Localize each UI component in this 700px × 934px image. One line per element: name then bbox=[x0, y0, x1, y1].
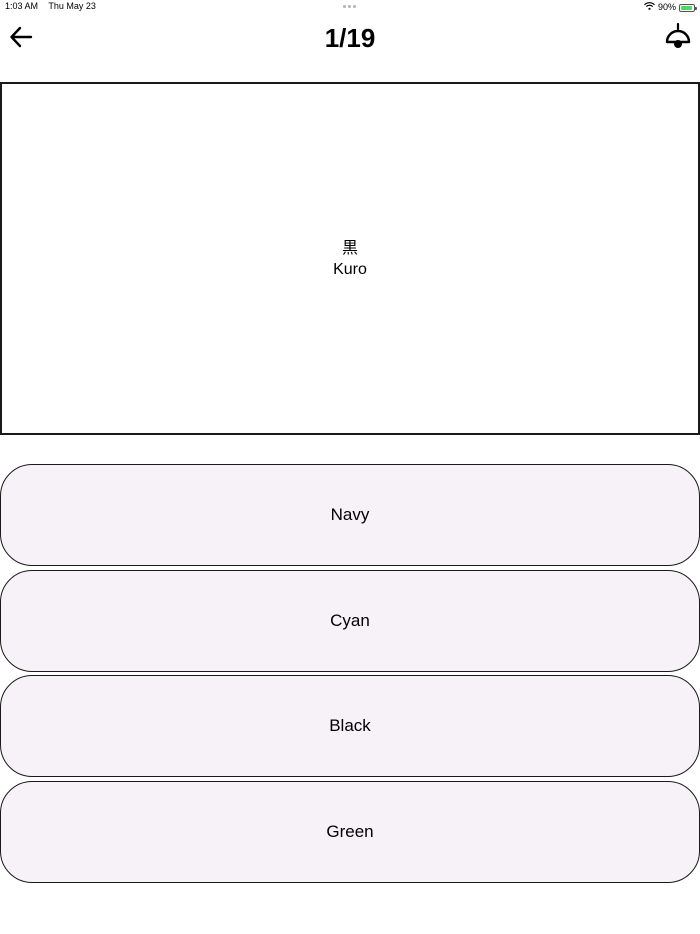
answer-button-navy[interactable]: Navy bbox=[0, 464, 700, 566]
lamp-bell-icon bbox=[665, 22, 691, 48]
sound-button[interactable] bbox=[662, 20, 694, 52]
page-title: 1/19 bbox=[324, 23, 376, 53]
battery-icon bbox=[679, 3, 697, 12]
answer-button-black[interactable]: Black bbox=[0, 675, 700, 777]
question-card: 黒 Kuro bbox=[0, 82, 700, 435]
status-date: Thu May 23 bbox=[48, 1, 96, 11]
battery-percent: 90% bbox=[657, 2, 676, 12]
status-time: 1:03 AM bbox=[5, 1, 39, 11]
nav-bar: 1/19 bbox=[0, 14, 700, 60]
answer-button-cyan[interactable]: Cyan bbox=[0, 569, 700, 672]
question-kanji: 黒 bbox=[341, 237, 358, 257]
answer-button-green[interactable]: Green bbox=[0, 780, 700, 883]
answer-list: Navy Cyan Black Green bbox=[0, 464, 700, 886]
multitasking-dots-icon[interactable] bbox=[343, 5, 356, 8]
question-reading: Kuro bbox=[333, 260, 367, 278]
status-right: 90% bbox=[644, 1, 697, 14]
status-bar: 1:03 AM Thu May 23 90% bbox=[0, 0, 700, 14]
wifi-icon bbox=[644, 1, 655, 14]
status-left: 1:03 AM Thu May 23 bbox=[5, 0, 104, 13]
